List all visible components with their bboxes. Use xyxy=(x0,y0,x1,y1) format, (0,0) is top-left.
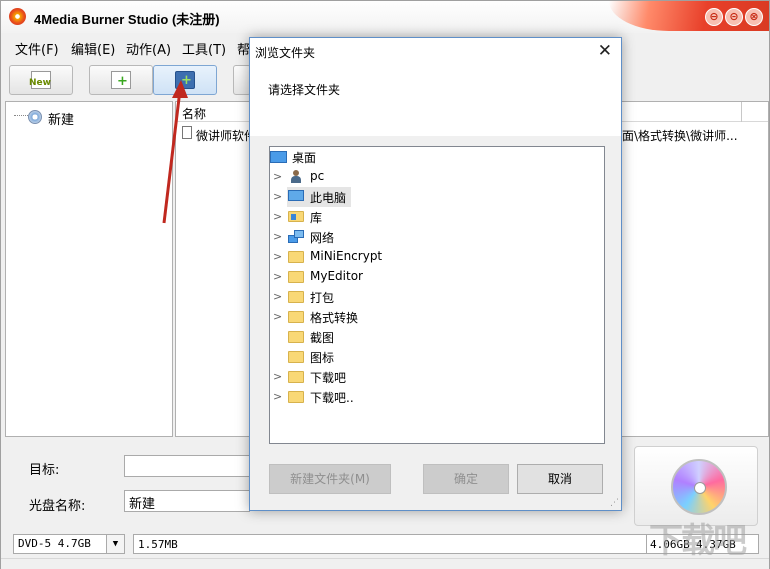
tree-item-label: MiNiEncrypt xyxy=(310,249,383,263)
watermark: 下载吧 xyxy=(649,521,747,561)
desktop-icon xyxy=(270,151,287,163)
new-project-button[interactable]: New xyxy=(9,65,73,95)
menu-action[interactable]: 动作(A) xyxy=(126,39,171,58)
dialog-title: 浏览文件夹 xyxy=(255,46,316,60)
folder-icon xyxy=(288,331,304,343)
tree-item-label: pc xyxy=(310,169,325,183)
folder-icon xyxy=(288,251,304,263)
minimize-button[interactable]: ⊖ xyxy=(705,8,723,26)
app-title: 4Media Burner Studio (未注册) xyxy=(34,12,220,27)
column-separator xyxy=(741,102,742,122)
add-file-button[interactable]: + xyxy=(89,65,153,95)
capacity-divider xyxy=(646,535,647,553)
app-logo-icon xyxy=(9,8,26,25)
tree-item-label: 网络 xyxy=(310,231,335,245)
chevron-right-icon[interactable]: > xyxy=(273,290,282,303)
chevron-right-icon[interactable]: > xyxy=(273,270,282,283)
add-file-icon: + xyxy=(111,71,131,89)
tree-item-xiazaiba-2[interactable]: > 下载吧.. xyxy=(270,387,604,407)
resize-grip-icon[interactable]: ⋰ xyxy=(610,498,619,508)
computer-icon xyxy=(288,190,304,201)
title-bar: 4Media Burner Studio (未注册) ⊖ ⊝ ⊗ xyxy=(1,1,769,33)
menu-file[interactable]: 文件(F) xyxy=(15,39,59,58)
folder-icon xyxy=(288,371,304,383)
tree-item-label: 此电脑 xyxy=(310,191,347,205)
user-icon xyxy=(288,169,304,184)
ok-button[interactable]: 确定 xyxy=(423,464,509,494)
menu-bar: 文件(F) 编辑(E) 动作(A) 工具(T) 帮 xyxy=(1,35,251,59)
tree-item-label: 下载吧 xyxy=(310,371,347,385)
menu-edit[interactable]: 编辑(E) xyxy=(71,39,115,58)
chevron-right-icon[interactable]: > xyxy=(273,390,282,403)
dialog-prompt-area: 请选择文件夹 xyxy=(250,64,621,136)
network-icon xyxy=(288,229,304,244)
browse-folder-dialog: 浏览文件夹 ✕ 请选择文件夹 桌面 > pc > 此电脑 > 库 > 网络 > … xyxy=(249,37,622,511)
tree-item-label: 图标 xyxy=(310,351,335,365)
menu-tools[interactable]: 工具(T) xyxy=(182,39,226,58)
new-document-icon: New xyxy=(29,71,51,89)
project-tree: 新建 xyxy=(5,101,173,437)
cancel-button[interactable]: 取消 xyxy=(517,464,603,494)
tree-item-library[interactable]: > 库 xyxy=(270,207,604,227)
chevron-right-icon[interactable]: > xyxy=(273,310,282,323)
tree-item-screenshot[interactable]: 截图 xyxy=(270,327,604,347)
tree-item-label: MyEditor xyxy=(310,269,363,283)
tree-item-label: 截图 xyxy=(310,331,335,345)
disc-node-icon xyxy=(28,110,42,124)
file-row-name[interactable]: 微讲师软件 xyxy=(196,127,256,144)
new-folder-button[interactable]: 新建文件夹(M) xyxy=(269,464,391,494)
chevron-right-icon[interactable]: > xyxy=(273,170,282,183)
annotation-arrow xyxy=(162,80,188,224)
used-size: 1.57MB xyxy=(138,538,178,551)
tree-item-desktop[interactable]: 桌面 xyxy=(270,147,604,167)
disc-type-select[interactable]: DVD-5 4.7GB ▼ xyxy=(13,534,125,554)
tree-item-pc[interactable]: > pc xyxy=(270,167,604,187)
tree-item-pack[interactable]: > 打包 xyxy=(270,287,604,307)
close-icon[interactable]: ✕ xyxy=(598,41,612,61)
dialog-prompt: 请选择文件夹 xyxy=(268,83,341,97)
folder-tree: 桌面 > pc > 此电脑 > 库 > 网络 > MiNiEncrypt > M… xyxy=(269,146,605,444)
dropdown-arrow-icon[interactable]: ▼ xyxy=(106,535,124,553)
chevron-right-icon[interactable]: > xyxy=(273,210,282,223)
chevron-right-icon[interactable]: > xyxy=(273,230,282,243)
tree-item-label: 格式转换 xyxy=(310,311,359,325)
target-label: 目标: xyxy=(29,463,60,478)
disc-icon xyxy=(671,459,727,515)
tree-item-label: 下载吧.. xyxy=(310,391,354,405)
folder-icon xyxy=(288,271,304,283)
disc-type-value: DVD-5 4.7GB xyxy=(18,537,91,550)
tree-connector xyxy=(14,115,28,116)
new-label: New xyxy=(29,78,51,88)
file-row-path[interactable]: 面\格式转换\微讲师... xyxy=(622,127,738,144)
folder-icon xyxy=(288,311,304,323)
tree-item-xiazaiba[interactable]: > 下载吧 xyxy=(270,367,604,387)
folder-icon xyxy=(288,391,304,403)
tree-item-minicrypt[interactable]: > MiNiEncrypt xyxy=(270,247,604,267)
tree-item-label: 打包 xyxy=(310,291,335,305)
tree-item-myeditor[interactable]: > MyEditor xyxy=(270,267,604,287)
chevron-right-icon[interactable]: > xyxy=(273,370,282,383)
chevron-right-icon[interactable]: > xyxy=(273,190,282,203)
tree-item-icons[interactable]: 图标 xyxy=(270,347,604,367)
disc-name-label: 光盘名称: xyxy=(29,499,86,514)
tree-item-format-convert[interactable]: > 格式转换 xyxy=(270,307,604,327)
maximize-button[interactable]: ⊝ xyxy=(725,8,743,26)
chevron-right-icon[interactable]: > xyxy=(273,250,282,263)
disc-name-input[interactable]: 新建 xyxy=(124,490,250,512)
tree-item-network[interactable]: > 网络 xyxy=(270,227,604,247)
tree-root-label[interactable]: 新建 xyxy=(48,109,74,128)
tree-item-label: 库 xyxy=(310,211,323,225)
dialog-title-bar: 浏览文件夹 ✕ xyxy=(250,38,621,64)
folder-icon xyxy=(288,291,304,303)
tree-item-label: 桌面 xyxy=(292,151,317,165)
folder-icon xyxy=(288,351,304,363)
close-button[interactable]: ⊗ xyxy=(745,8,763,26)
tree-item-this-pc[interactable]: > 此电脑 xyxy=(270,187,604,207)
library-icon xyxy=(288,211,304,222)
target-input[interactable] xyxy=(124,455,250,477)
